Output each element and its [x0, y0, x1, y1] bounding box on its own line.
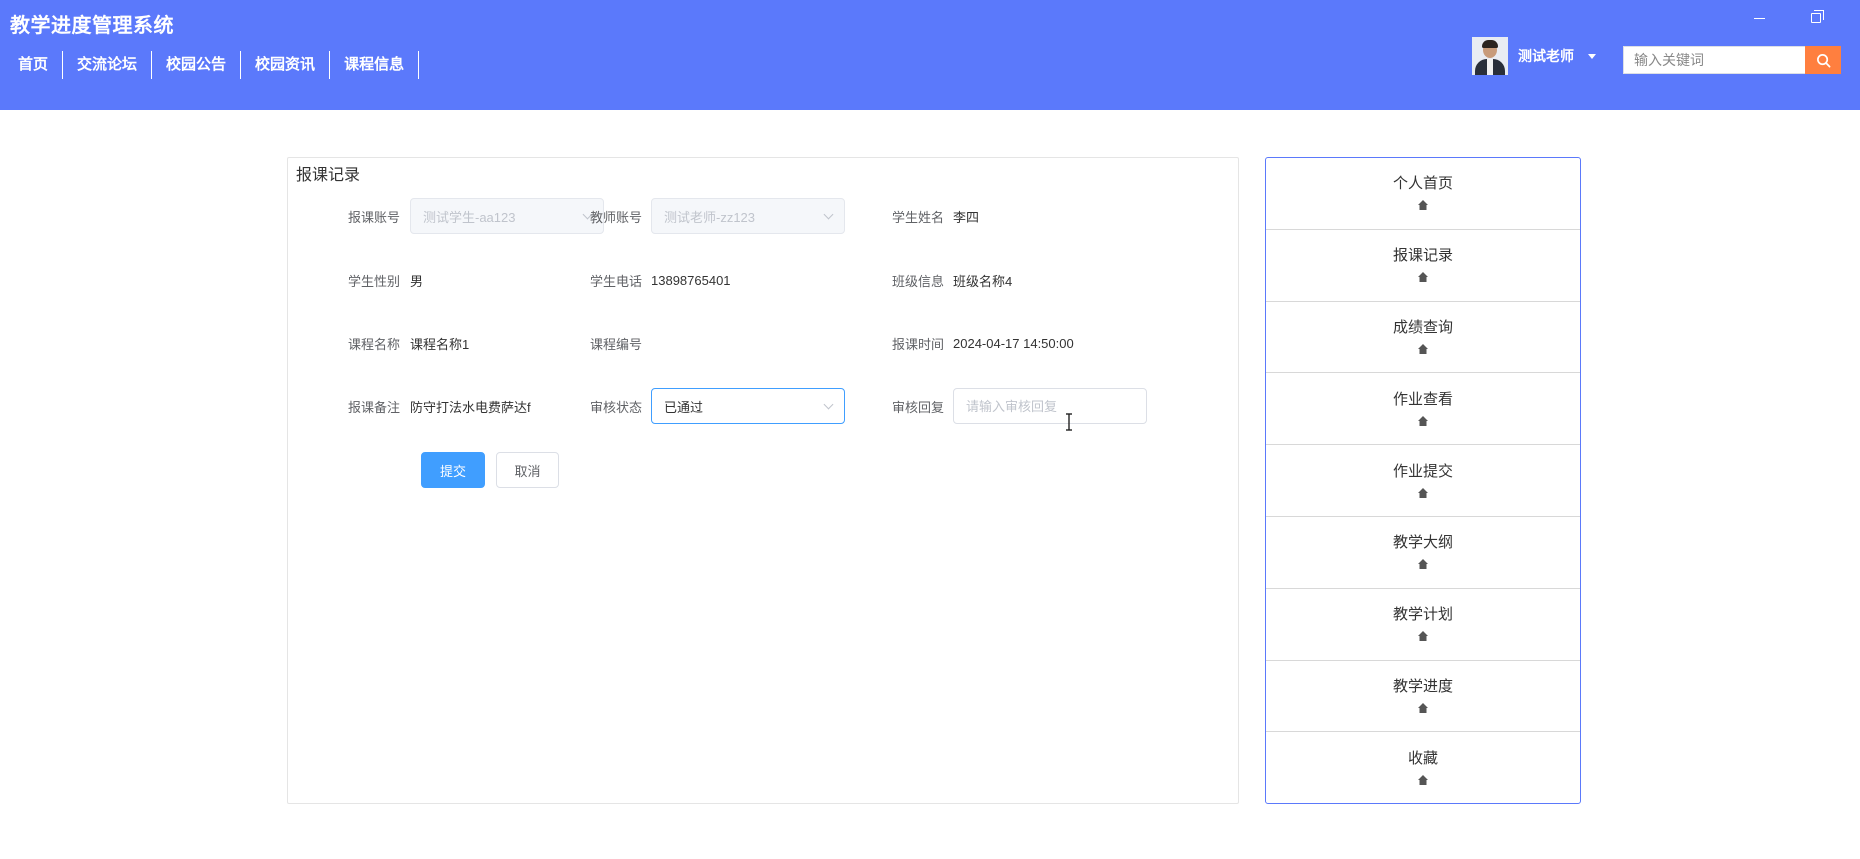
review-status-select[interactable]: 已通过	[651, 388, 845, 424]
course-name-label: 课程名称	[347, 336, 400, 352]
chevron-down-icon	[823, 209, 834, 220]
submit-button[interactable]: 提交	[421, 452, 485, 488]
nav-item-news[interactable]: 校园资讯	[241, 51, 331, 79]
main-nav: 首页 交流论坛 校园公告 校园资讯 课程信息	[4, 50, 420, 80]
user-name: 测试老师	[1518, 48, 1574, 64]
side-item-label: 报课记录	[1392, 247, 1453, 265]
enroll-account-label: 报课账号	[347, 209, 400, 225]
student-name-field: 学生姓名 李四	[892, 198, 979, 234]
search-input[interactable]	[1623, 46, 1805, 74]
enroll-note-field: 报课备注 防守打法水电费萨达f	[288, 388, 531, 424]
side-item-enroll-records[interactable]: 报课记录	[1266, 230, 1580, 302]
class-info-label: 班级信息	[892, 273, 945, 289]
nav-item-forum[interactable]: 交流论坛	[63, 51, 153, 79]
home-icon	[1418, 631, 1428, 642]
student-phone-field: 学生电话 13898765401	[590, 262, 731, 298]
teacher-account-label: 教师账号	[590, 209, 643, 225]
avatar	[1472, 37, 1508, 75]
side-menu: 个人首页 报课记录 成绩查询 作业查看 作业提交 教学大纲 教学计划 教学进度 …	[1265, 157, 1581, 804]
nav-item-announcements[interactable]: 校园公告	[152, 51, 242, 79]
card-title: 报课记录	[296, 167, 361, 184]
side-item-homework-view[interactable]: 作业查看	[1266, 373, 1580, 446]
review-reply-input[interactable]	[953, 388, 1147, 424]
enroll-account-select: 测试学生-aa123	[410, 198, 604, 234]
enroll-note-label: 报课备注	[347, 399, 400, 415]
restore-icon	[1811, 10, 1824, 24]
side-item-label: 收藏	[1407, 750, 1438, 768]
home-icon	[1418, 343, 1428, 354]
student-gender-label: 学生性别	[347, 273, 400, 289]
home-icon	[1418, 487, 1428, 498]
student-phone-label: 学生电话	[590, 273, 643, 289]
chevron-down-icon[interactable]	[1588, 53, 1596, 59]
course-name-field: 课程名称 课程名称1	[288, 325, 469, 361]
side-item-label: 教学计划	[1392, 606, 1453, 624]
search-box	[1623, 46, 1841, 74]
side-item-teaching-plan[interactable]: 教学计划	[1266, 589, 1580, 661]
student-phone-value: 13898765401	[651, 272, 731, 288]
class-info-field: 班级信息 班级名称4	[892, 262, 1012, 298]
text-cursor-icon	[1066, 413, 1072, 431]
enroll-record-card: 报课记录 报课账号 测试学生-aa123 教师账号 测试老师-zz123 学生姓…	[287, 157, 1239, 804]
review-status-label: 审核状态	[590, 399, 643, 415]
home-icon	[1418, 775, 1428, 786]
app-title: 教学进度管理系统	[10, 15, 174, 37]
enroll-time-label: 报课时间	[892, 336, 945, 352]
nav-item-courses[interactable]: 课程信息	[330, 51, 420, 79]
course-code-label: 课程编号	[590, 336, 643, 352]
search-button[interactable]	[1805, 46, 1841, 74]
class-info-value: 班级名称4	[953, 273, 1013, 289]
nav-item-home[interactable]: 首页	[4, 51, 64, 79]
side-item-label: 个人首页	[1392, 175, 1453, 193]
minimize-button[interactable]	[1745, 6, 1773, 28]
side-item-label: 教学大纲	[1392, 534, 1453, 552]
enroll-account-value: 测试学生-aa123	[423, 209, 516, 225]
enroll-note-value: 防守打法水电费萨达f	[410, 399, 531, 415]
search-icon	[1816, 53, 1830, 67]
minimize-icon	[1753, 17, 1765, 19]
teacher-account-value: 测试老师-zz123	[664, 209, 756, 225]
enroll-account-field: 报课账号 测试学生-aa123	[288, 198, 604, 234]
enroll-time-field: 报课时间 2024-04-17 14:50:00	[892, 325, 1074, 361]
side-item-homework-submit[interactable]: 作业提交	[1266, 445, 1580, 517]
home-icon	[1418, 702, 1428, 713]
home-icon	[1418, 415, 1428, 426]
student-gender-field: 学生性别 男	[288, 262, 423, 298]
review-status-value: 已通过	[664, 399, 704, 415]
side-item-label: 作业查看	[1392, 390, 1453, 408]
side-item-profile[interactable]: 个人首页	[1266, 158, 1580, 230]
side-item-syllabus[interactable]: 教学大纲	[1266, 517, 1580, 589]
side-item-favorites[interactable]: 收藏	[1266, 732, 1580, 803]
student-name-label: 学生姓名	[892, 209, 945, 225]
home-icon	[1418, 559, 1428, 570]
cancel-button[interactable]: 取消	[496, 452, 559, 488]
enroll-time-value: 2024-04-17 14:50:00	[953, 335, 1074, 351]
user-menu[interactable]: 测试老师	[1472, 37, 1596, 75]
teacher-account-field: 教师账号 测试老师-zz123	[590, 198, 845, 234]
side-item-label: 教学进度	[1392, 677, 1453, 695]
home-icon	[1418, 272, 1428, 283]
side-item-label: 作业提交	[1392, 462, 1453, 480]
side-item-grades[interactable]: 成绩查询	[1266, 302, 1580, 374]
student-name-value: 李四	[953, 209, 980, 225]
top-header: 教学进度管理系统 首页 交流论坛 校园公告 校园资讯 课程信息 测试老师	[0, 0, 1860, 110]
home-icon	[1418, 200, 1428, 211]
review-reply-field: 审核回复	[892, 388, 1147, 424]
course-name-value: 课程名称1	[410, 336, 470, 352]
restore-button[interactable]	[1802, 6, 1830, 28]
student-gender-value: 男	[410, 273, 424, 289]
chevron-down-icon	[823, 399, 834, 410]
teacher-account-select: 测试老师-zz123	[651, 198, 845, 234]
course-code-field: 课程编号	[590, 325, 651, 361]
review-status-field: 审核状态 已通过	[590, 388, 845, 424]
review-reply-label: 审核回复	[892, 399, 945, 415]
side-item-label: 成绩查询	[1392, 318, 1453, 336]
side-item-teaching-progress[interactable]: 教学进度	[1266, 661, 1580, 733]
